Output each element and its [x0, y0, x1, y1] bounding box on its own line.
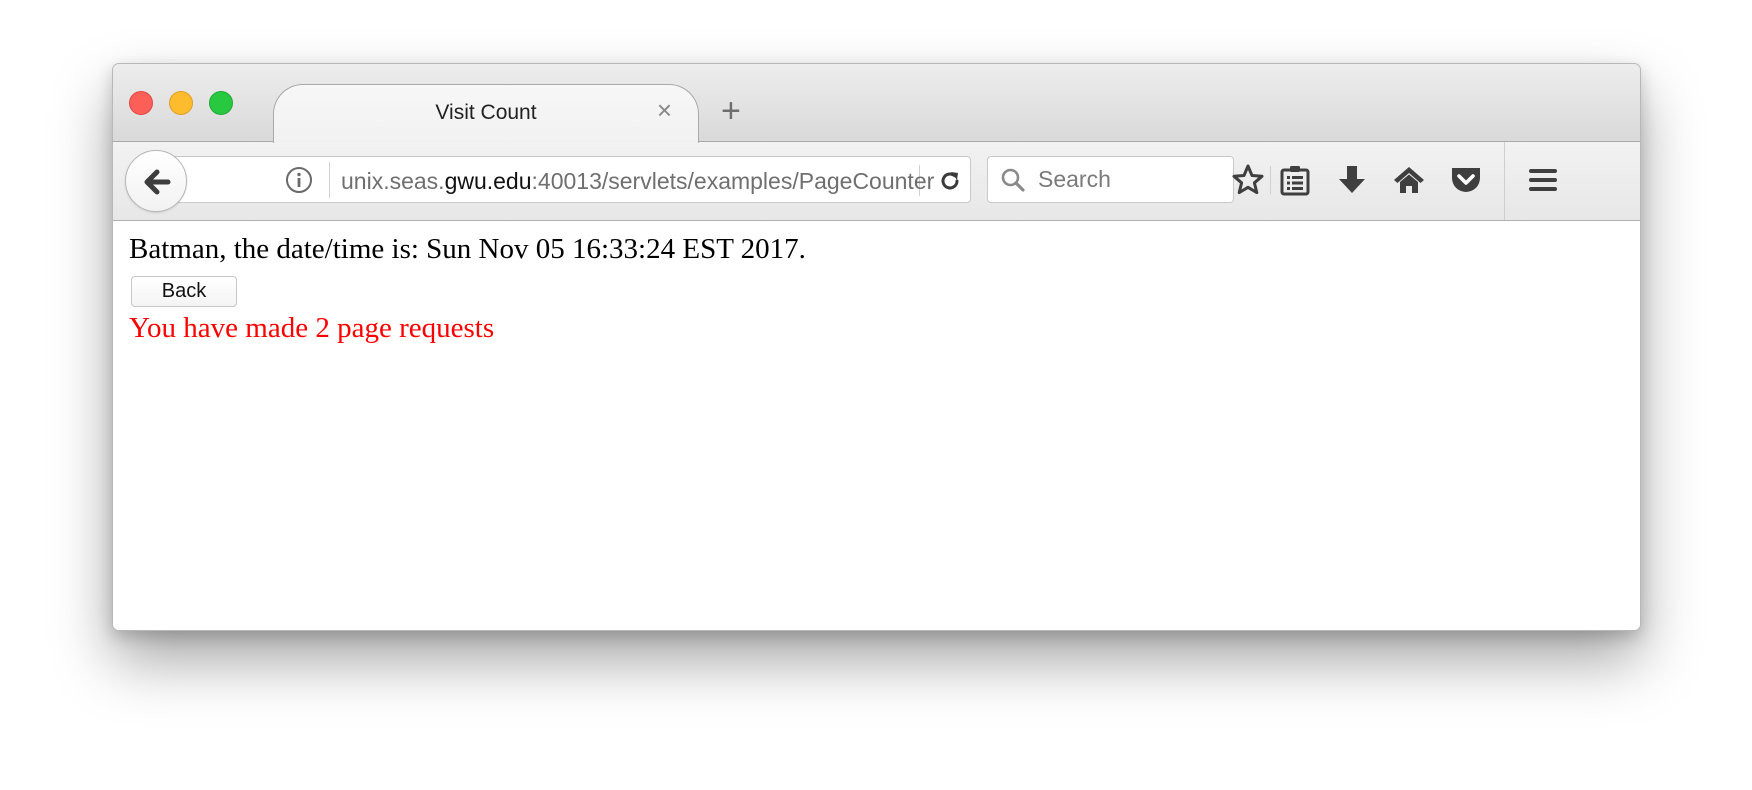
tab-strip: Visit Count × +: [113, 64, 1640, 143]
download-icon[interactable]: [1335, 162, 1369, 203]
pocket-icon[interactable]: [1448, 162, 1484, 203]
home-icon[interactable]: [1391, 162, 1427, 203]
menu-divider: [1504, 142, 1505, 220]
browser-window: Visit Count × + unix.seas.gwu.edu:40013/…: [112, 63, 1641, 631]
search-icon: [1001, 168, 1025, 192]
back-page-button[interactable]: Back: [131, 276, 237, 307]
url-path: :40013/servlets/examples/PageCounter: [531, 168, 935, 194]
url-text[interactable]: unix.seas.gwu.edu:40013/servlets/example…: [341, 166, 953, 196]
url-subdomain: unix.seas.: [341, 168, 445, 194]
search-box[interactable]: [987, 156, 1234, 203]
back-button[interactable]: [125, 150, 187, 212]
search-input[interactable]: [1038, 164, 1218, 194]
info-icon[interactable]: [285, 166, 313, 199]
page-content: Batman, the date/time is: Sun Nov 05 16:…: [113, 221, 1640, 630]
identity-divider: [329, 162, 330, 198]
tab-visit-count[interactable]: Visit Count ×: [273, 84, 699, 143]
star-icon[interactable]: [1230, 162, 1266, 203]
reading-list-icon[interactable]: [1278, 162, 1312, 203]
toolbar-divider: [1270, 166, 1271, 194]
zoom-window-button[interactable]: [209, 91, 233, 115]
request-count-message: You have made 2 page requests: [129, 312, 495, 344]
tab-close-icon[interactable]: ×: [657, 97, 672, 123]
new-tab-button[interactable]: +: [721, 94, 741, 128]
greeting-text: Batman, the date/time is: Sun Nov 05 16:…: [129, 233, 806, 265]
back-arrow-icon: [144, 169, 171, 195]
url-domain: gwu.edu: [444, 168, 532, 194]
tab-title: Visit Count: [435, 101, 537, 124]
hamburger-menu-icon[interactable]: [1526, 164, 1560, 201]
minimize-window-button[interactable]: [169, 91, 193, 115]
navigation-toolbar: unix.seas.gwu.edu:40013/servlets/example…: [113, 142, 1640, 221]
close-window-button[interactable]: [129, 91, 153, 115]
